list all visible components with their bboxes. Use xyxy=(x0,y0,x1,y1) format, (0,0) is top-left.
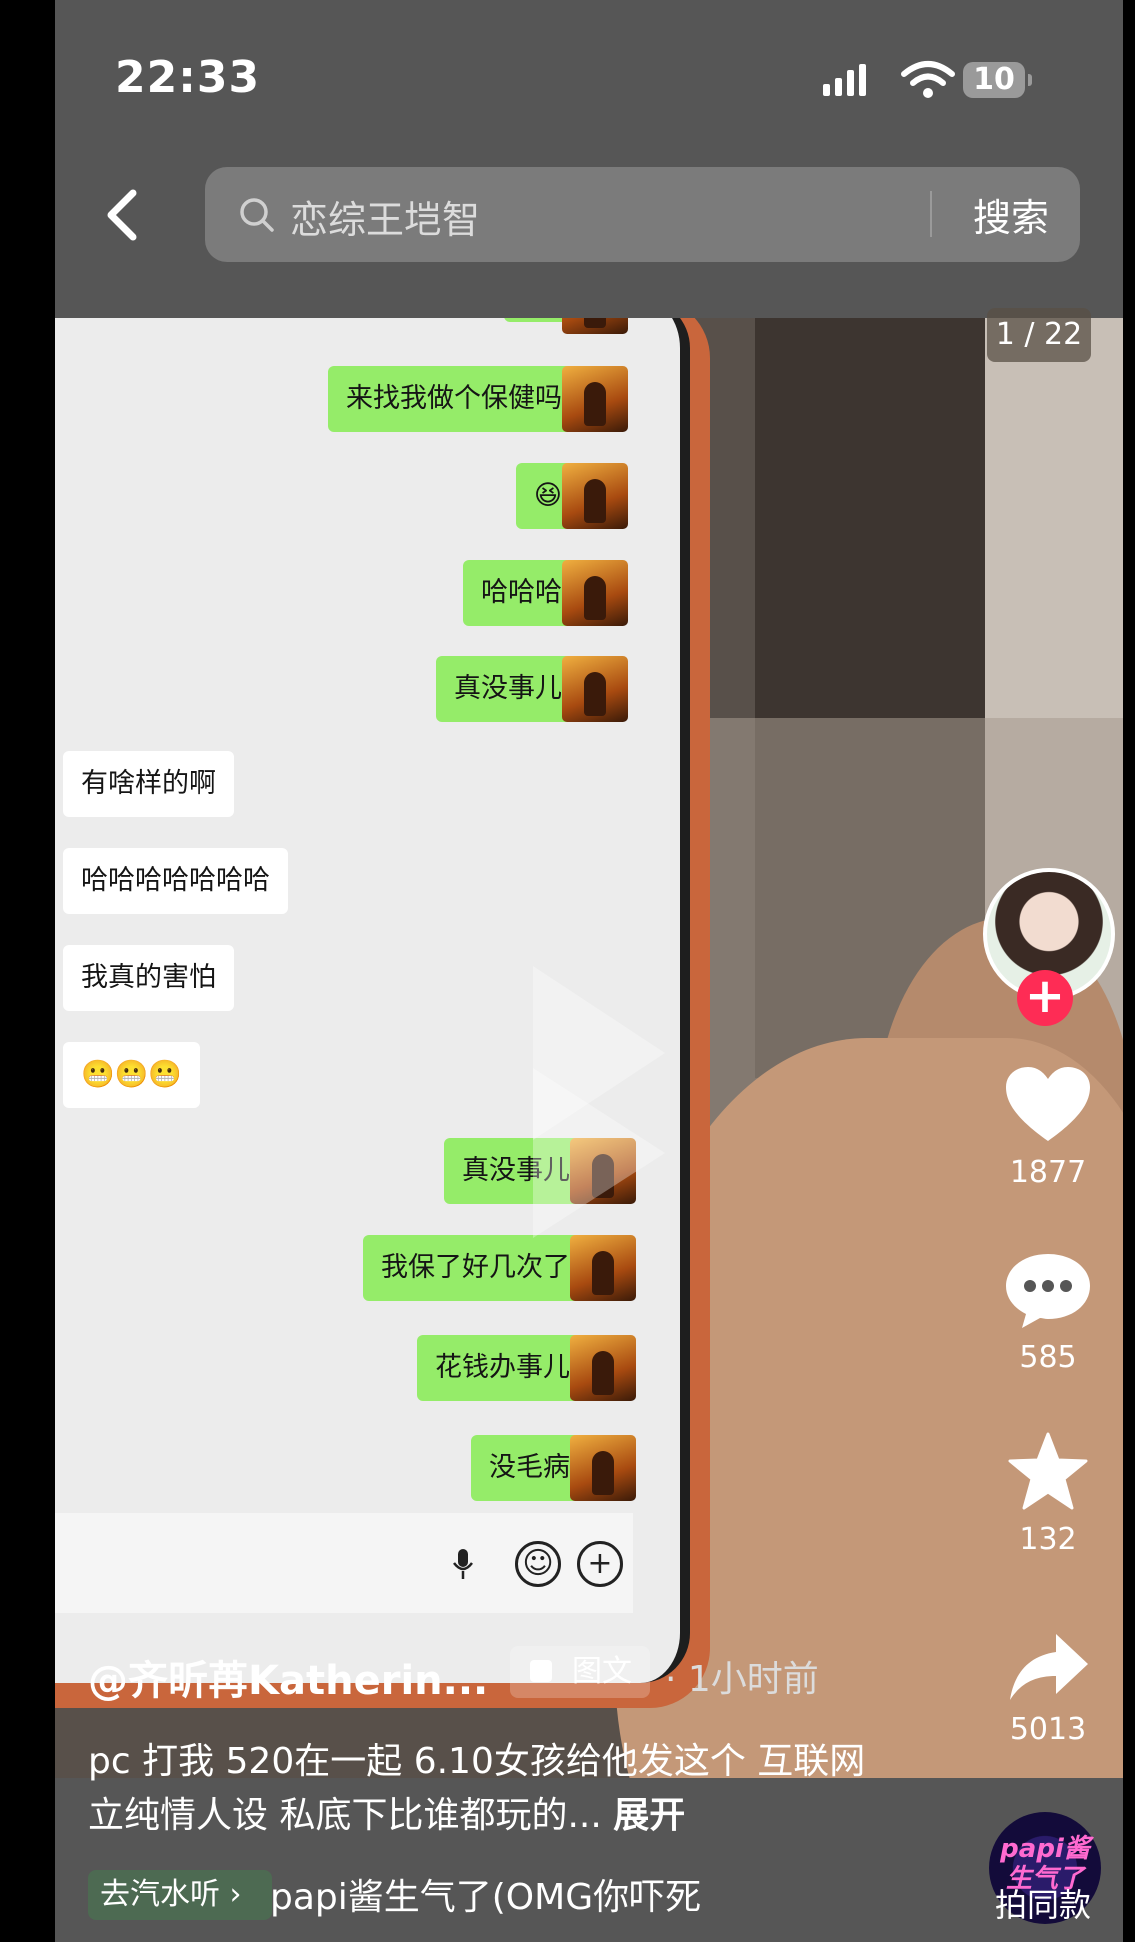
favorite-count: 132 xyxy=(1019,1522,1077,1557)
author-name[interactable]: @齐昕苒Katherin... xyxy=(88,1648,488,1706)
chat-avatar xyxy=(562,318,628,334)
chat-bubble-right: 花钱办事儿 xyxy=(417,1335,588,1401)
signal-icon xyxy=(823,64,871,96)
back-button[interactable] xyxy=(97,185,147,245)
search-divider xyxy=(930,191,932,237)
battery-indicator: 10 xyxy=(963,62,1025,98)
caption-text: pc 打我 520在一起 6.10女孩给他发这个 互联网立纯情人设 私底下比谁都… xyxy=(88,1741,866,1836)
same-style-button[interactable]: 拍同款 xyxy=(995,1880,1091,1926)
chat-bubble-left: 我真的害怕 xyxy=(63,945,234,1011)
favorite-button[interactable]: 132 xyxy=(985,1432,1111,1557)
post-caption[interactable]: pc 打我 520在一起 6.10女孩给他发这个 互联网立纯情人设 私底下比谁都… xyxy=(88,1735,878,1843)
search-button[interactable]: 搜索 xyxy=(973,187,1049,242)
post-image[interactable]: 来找我做个保健吗 😆 哈哈哈 真没事儿 有啥样的啊 哈哈哈哈哈哈哈 我真的害怕 … xyxy=(55,318,1123,1778)
chat-bubble-right: 来找我做个保健吗 xyxy=(328,366,580,432)
chat-bubble-left: 😬😬😬 xyxy=(63,1042,200,1108)
search-icon xyxy=(240,198,274,232)
chat-avatar xyxy=(570,1335,636,1401)
share-count: 5013 xyxy=(1009,1712,1087,1747)
chat-avatar xyxy=(562,560,628,626)
chat-input-bar: ☺ + xyxy=(55,1513,633,1613)
plus-icon: + xyxy=(577,1541,623,1587)
search-input[interactable]: 恋综王垲智 搜索 xyxy=(205,167,1080,262)
chat-avatar xyxy=(562,463,628,529)
post-time: · 1小时前 xyxy=(665,1659,819,1700)
status-time: 22:33 xyxy=(115,52,261,103)
image-text-icon xyxy=(530,1660,552,1682)
follow-button[interactable]: + xyxy=(1017,970,1073,1026)
chat-bubble-left: 有啥样的啊 xyxy=(63,751,234,817)
tag-label: 图文 xyxy=(572,1654,632,1689)
search-query: 恋综王垲智 xyxy=(290,198,481,242)
expand-button[interactable]: 展开 xyxy=(613,1795,685,1836)
comment-icon xyxy=(1006,1254,1090,1328)
chat-avatar xyxy=(562,366,628,432)
image-text-tag[interactable]: 图文 xyxy=(510,1646,650,1698)
wifi-icon xyxy=(901,61,955,98)
chat-bubble-left: 哈哈哈哈哈哈哈 xyxy=(63,848,288,914)
like-count: 1877 xyxy=(1009,1155,1087,1190)
play-icon[interactable] xyxy=(525,958,675,1258)
like-button[interactable]: 1877 xyxy=(985,1065,1111,1190)
battery-tip xyxy=(1028,74,1032,86)
chat-bubble-right: 真没事儿 xyxy=(436,656,580,722)
share-icon xyxy=(1010,1634,1088,1700)
app-screen: 22:33 10 恋综王垲智 搜索 来找我做个保健吗 😆 哈哈哈 真没事儿 有啥… xyxy=(55,0,1123,1942)
chat-avatar xyxy=(562,656,628,722)
music-title[interactable]: papi酱生气了(OMG你吓死 xyxy=(270,1868,710,1920)
star-icon xyxy=(1008,1432,1088,1510)
microphone-icon xyxy=(453,1549,473,1579)
share-button[interactable]: 5013 xyxy=(985,1630,1111,1747)
comment-count: 585 xyxy=(1019,1340,1077,1375)
music-link[interactable]: 去汽水听 › xyxy=(88,1870,272,1920)
emoji-icon: ☺ xyxy=(515,1541,561,1587)
heart-icon xyxy=(1006,1067,1090,1141)
page-counter: 1 / 22 xyxy=(987,308,1091,362)
comment-button[interactable]: 585 xyxy=(985,1250,1111,1375)
chat-avatar xyxy=(570,1435,636,1501)
